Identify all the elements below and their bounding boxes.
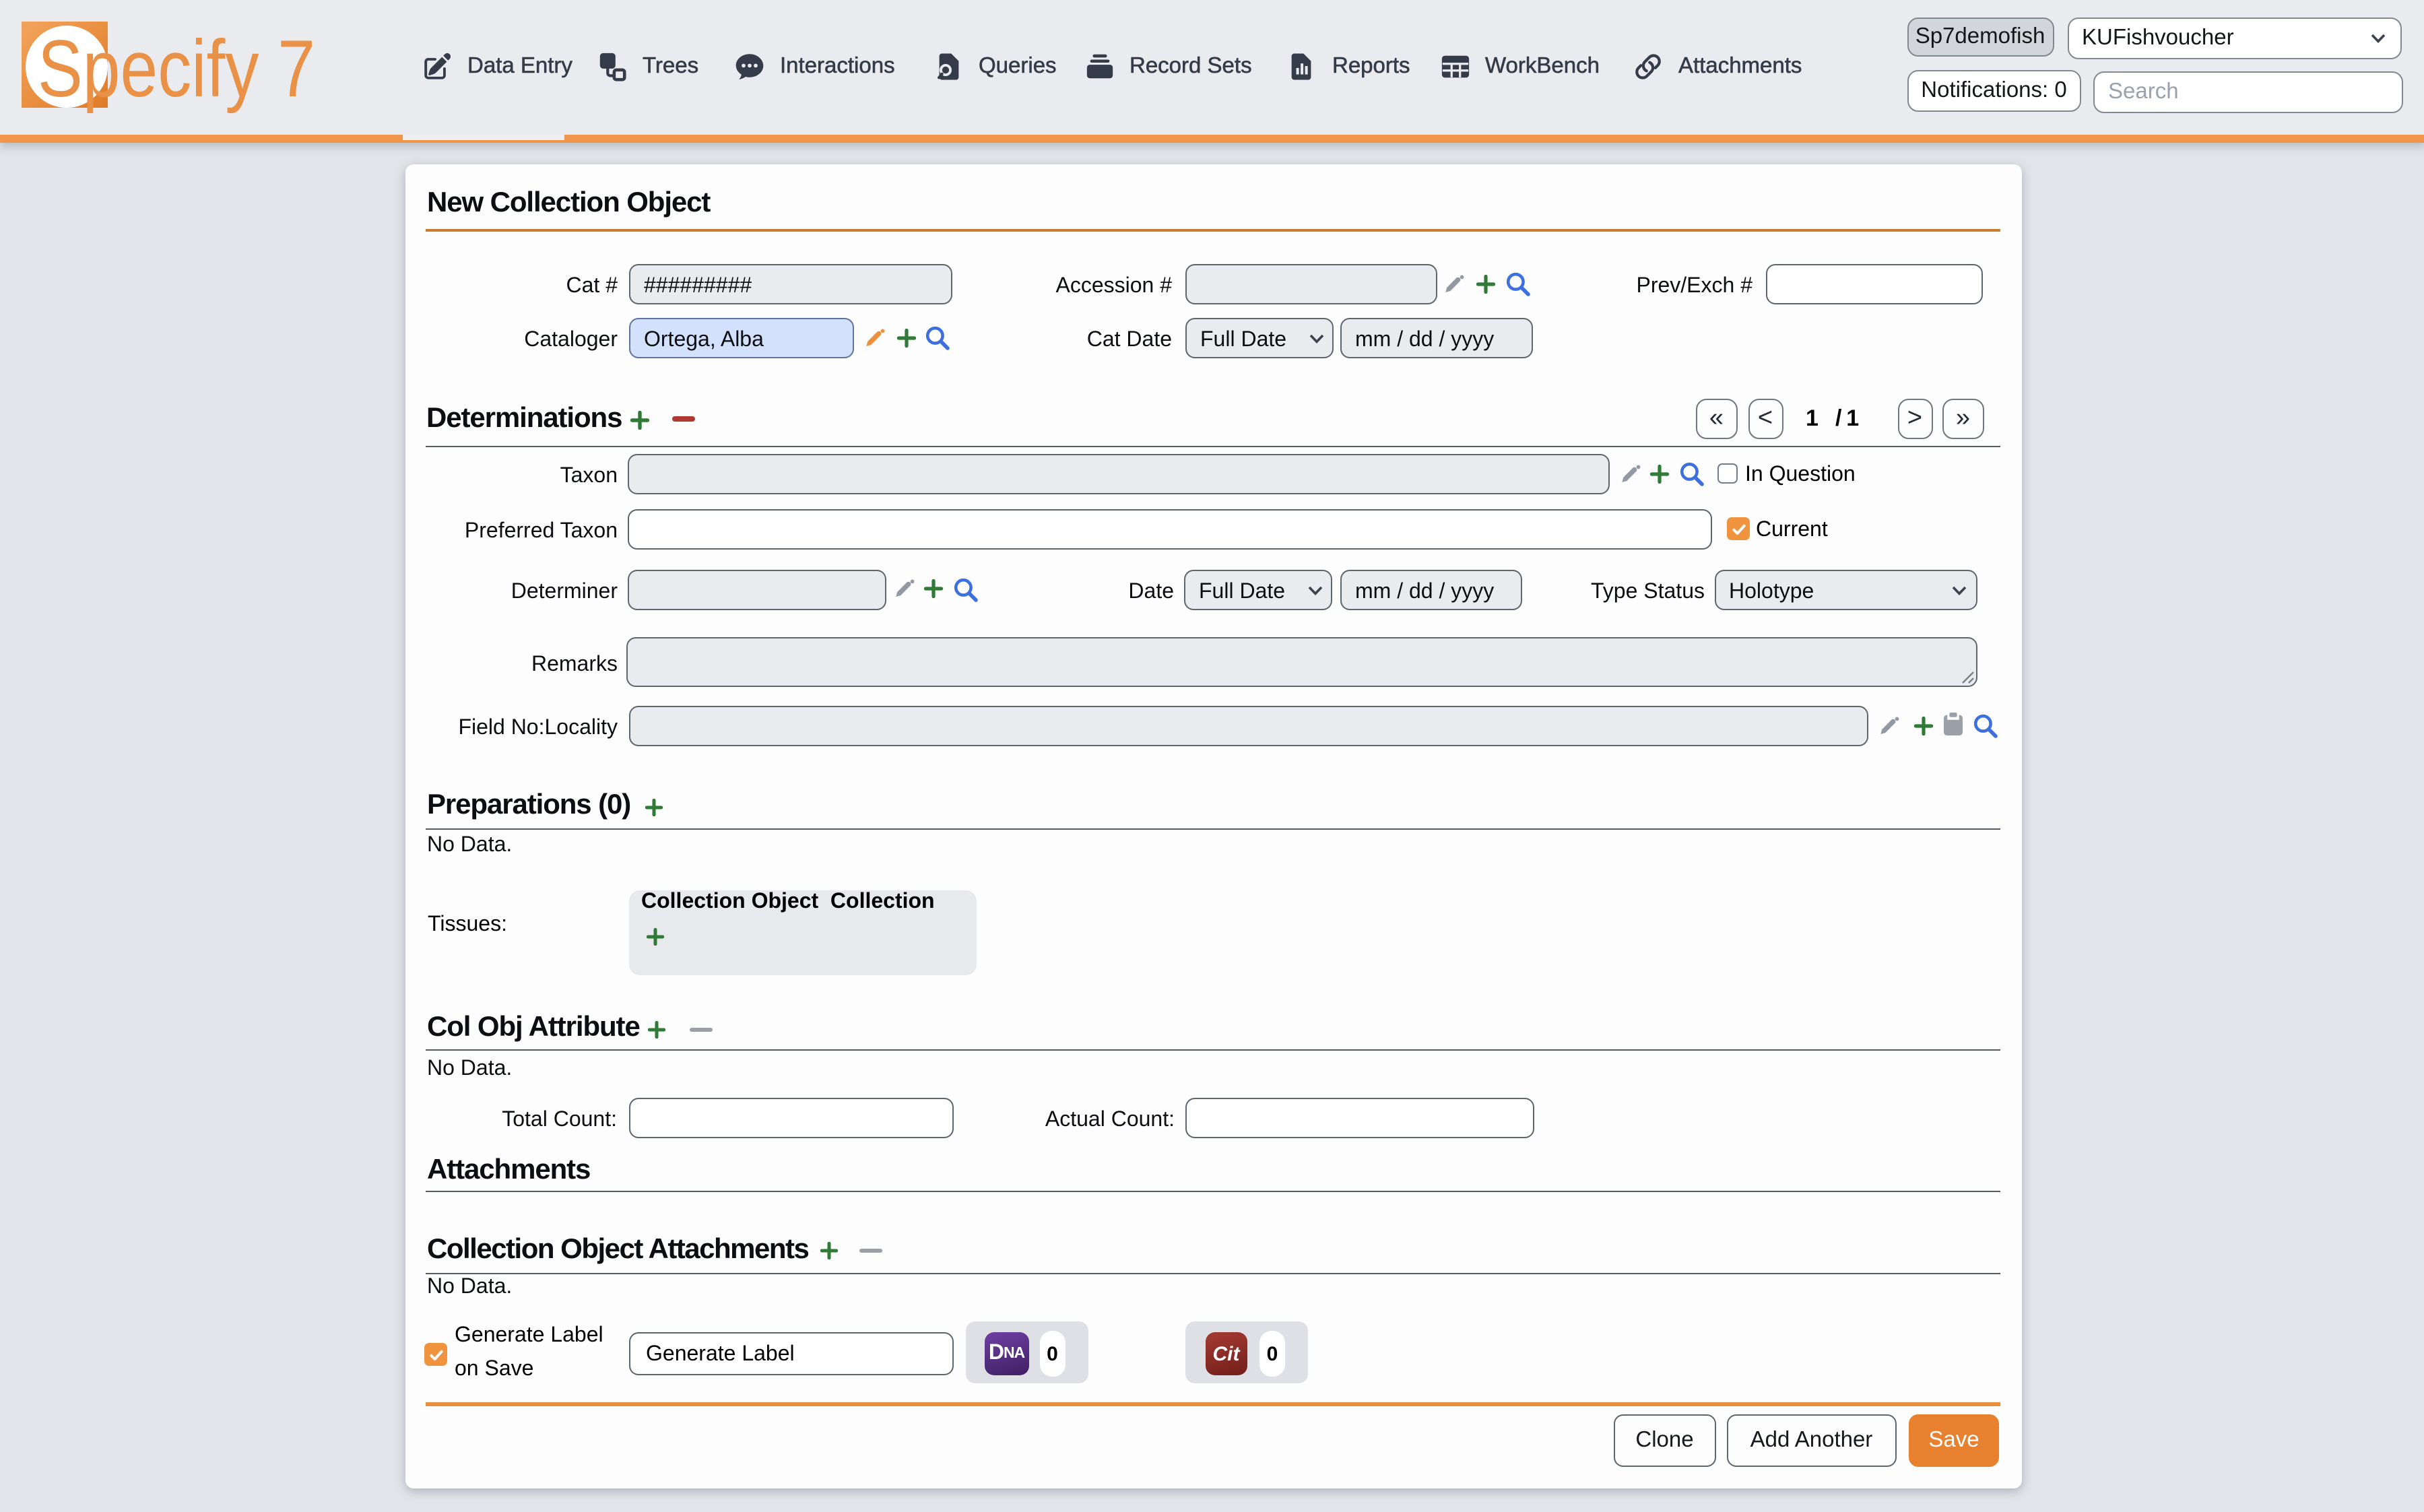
svg-text:Specify 7: Specify 7 [38,24,315,114]
